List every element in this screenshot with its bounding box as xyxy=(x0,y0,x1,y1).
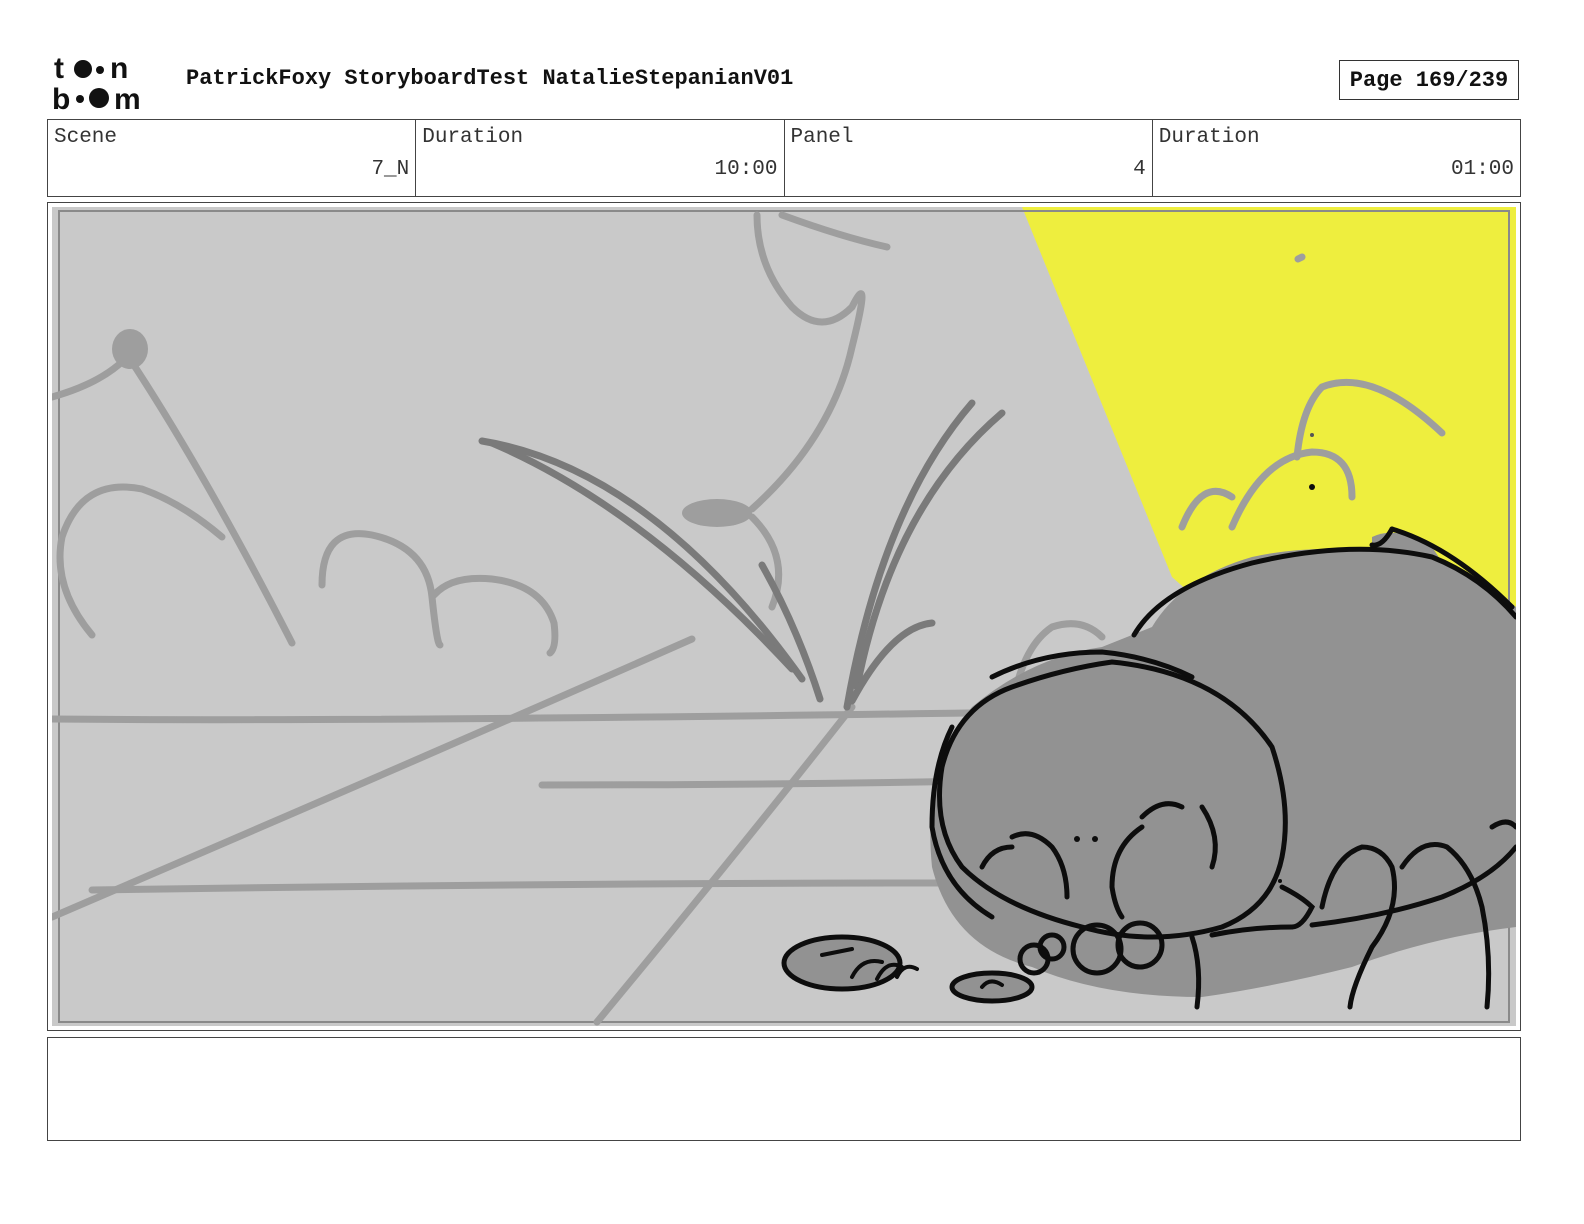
panel-notes xyxy=(47,1037,1521,1141)
page-number: Page 169/239 xyxy=(1339,60,1519,100)
scene-label: Scene xyxy=(54,126,118,149)
document-title: PatrickFoxy StoryboardTest NatalieStepan… xyxy=(186,66,794,91)
scene-duration-cell: Duration 10:00 xyxy=(416,120,785,196)
scene-duration-label: Duration xyxy=(422,126,524,149)
panel-info-row: Scene 7_N Duration 10:00 Panel 4 Duratio… xyxy=(47,119,1521,197)
panel-label: Panel xyxy=(790,126,854,149)
toon-boom-logo: t n b m xyxy=(52,52,141,114)
svg-text:t: t xyxy=(54,52,64,85)
panel-cell: Panel 4 xyxy=(785,120,1153,196)
panel-duration-label: Duration xyxy=(1158,126,1260,149)
storyboard-panel xyxy=(47,202,1521,1031)
panel-drawing xyxy=(52,207,1516,1026)
scene-duration-value: 10:00 xyxy=(714,158,778,181)
panel-value: 4 xyxy=(1133,158,1146,181)
panel-duration-value: 01:00 xyxy=(1450,158,1514,181)
svg-text:m: m xyxy=(114,83,141,114)
scene-cell: Scene 7_N xyxy=(48,120,417,196)
svg-text:n: n xyxy=(110,52,128,85)
scene-value: 7_N xyxy=(371,158,410,181)
svg-text:b: b xyxy=(52,83,70,114)
panel-duration-cell: Duration 01:00 xyxy=(1153,120,1520,196)
